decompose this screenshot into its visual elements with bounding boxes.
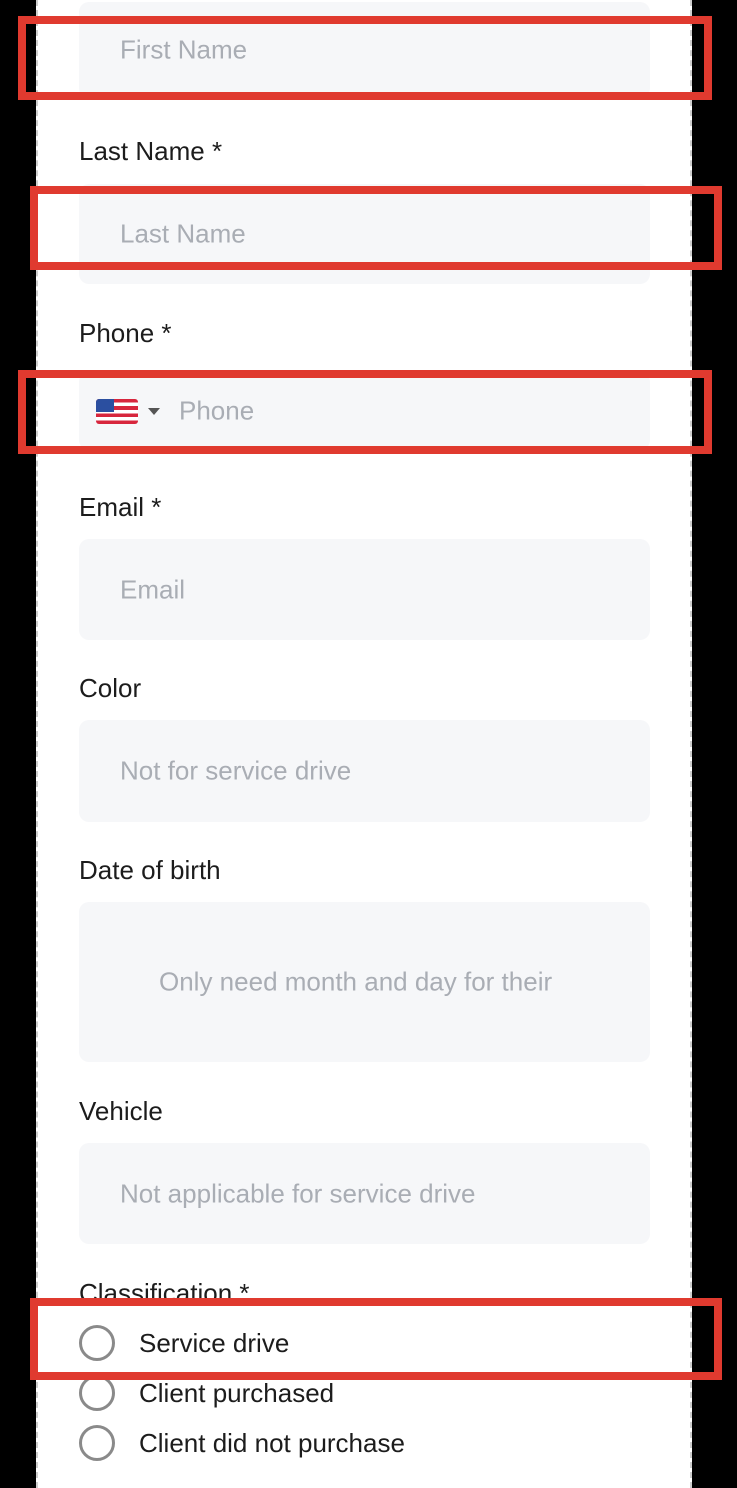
last-name-placeholder: Last Name <box>120 218 246 249</box>
date-of-birth-label: Date of birth <box>79 855 221 885</box>
radio-button[interactable] <box>79 1325 115 1361</box>
vehicle-input[interactable]: Not applicable for service drive <box>79 1143 650 1244</box>
email-input[interactable]: Email <box>79 539 650 640</box>
us-flag-icon[interactable] <box>96 399 138 424</box>
phone-placeholder: Phone <box>179 395 255 426</box>
vehicle-placeholder: Not applicable for service drive <box>120 1178 476 1208</box>
first-name-placeholder: First Name <box>120 34 248 65</box>
radio-button[interactable] <box>79 1425 115 1461</box>
last-name-input[interactable]: Last Name <box>79 184 650 284</box>
radio-option-client-did-not-purchase[interactable]: Client did not purchase <box>79 1423 405 1463</box>
phone-input[interactable]: Phone <box>79 372 650 450</box>
radio-option-service-drive[interactable]: Service drive <box>79 1323 289 1363</box>
color-placeholder: Not for service drive <box>120 755 352 786</box>
color-input[interactable]: Not for service drive <box>79 720 650 822</box>
date-of-birth-placeholder: Only need month and day for their <box>159 966 553 997</box>
first-name-input[interactable]: First Name <box>79 2 650 98</box>
classification-label: Classification * <box>79 1278 250 1308</box>
radio-button[interactable] <box>79 1375 115 1411</box>
phone-label: Phone * <box>79 318 172 348</box>
color-label: Color <box>79 673 142 703</box>
radio-label: Client purchased <box>139 1377 335 1408</box>
radio-option-client-purchased[interactable]: Client purchased <box>79 1373 334 1413</box>
email-label: Email * <box>79 492 162 522</box>
last-name-label: Last Name * <box>79 136 223 166</box>
radio-label: Service drive <box>139 1327 290 1358</box>
vehicle-label: Vehicle <box>79 1096 163 1126</box>
email-placeholder: Email <box>120 574 186 604</box>
screen: First Name Last Name * Last Name Phone *… <box>0 0 737 1488</box>
radio-label: Client did not purchase <box>139 1427 405 1458</box>
date-of-birth-input[interactable]: Only need month and day for their <box>79 902 650 1062</box>
country-dropdown-caret-icon[interactable] <box>148 408 160 415</box>
